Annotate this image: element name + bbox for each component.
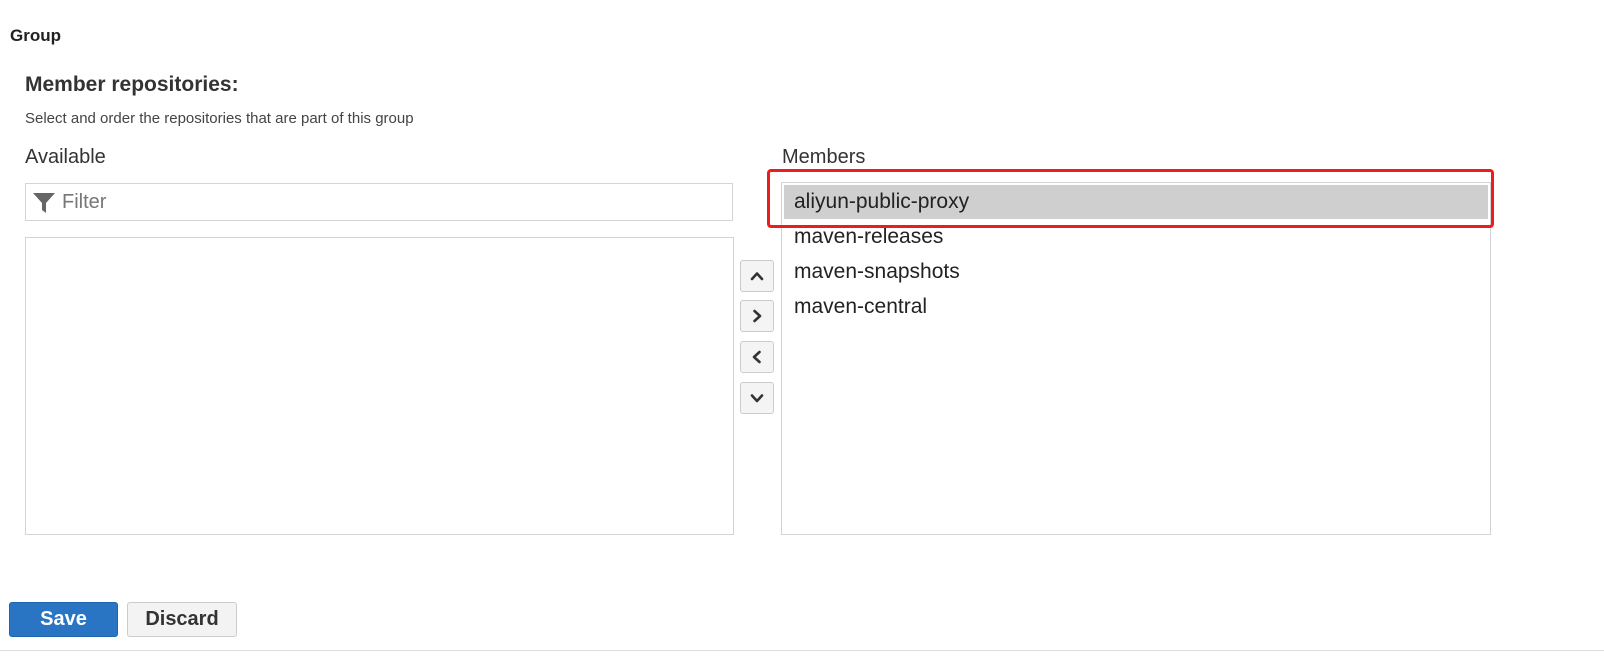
chevron-up-icon (750, 272, 764, 281)
member-repositories-help: Select and order the repositories that a… (25, 110, 414, 127)
filter-icon (33, 193, 55, 213)
members-label: Members (782, 146, 866, 168)
chevron-left-icon (752, 350, 761, 364)
move-down-button[interactable] (740, 382, 774, 414)
available-list[interactable] (25, 237, 734, 535)
member-repositories-title: Member repositories: (25, 73, 239, 96)
save-button[interactable]: Save (9, 602, 118, 637)
filter-field[interactable] (25, 183, 733, 221)
member-item[interactable]: maven-releases (784, 220, 1488, 254)
chevron-down-icon (750, 394, 764, 403)
move-up-button[interactable] (740, 260, 774, 292)
page: Group Member repositories: Select and or… (0, 0, 1604, 667)
discard-button[interactable]: Discard (127, 602, 237, 637)
add-to-members-button[interactable] (740, 300, 774, 332)
chevron-right-icon (753, 309, 762, 323)
section-title: Group (10, 26, 61, 45)
member-item[interactable]: maven-snapshots (784, 255, 1488, 289)
remove-from-members-button[interactable] (740, 341, 774, 373)
member-item[interactable]: aliyun-public-proxy (784, 185, 1488, 219)
filter-input[interactable] (62, 189, 722, 215)
bottom-divider (0, 650, 1604, 651)
member-item[interactable]: maven-central (784, 290, 1488, 324)
members-list[interactable]: aliyun-public-proxy maven-releases maven… (781, 182, 1491, 535)
available-label: Available (25, 146, 106, 168)
